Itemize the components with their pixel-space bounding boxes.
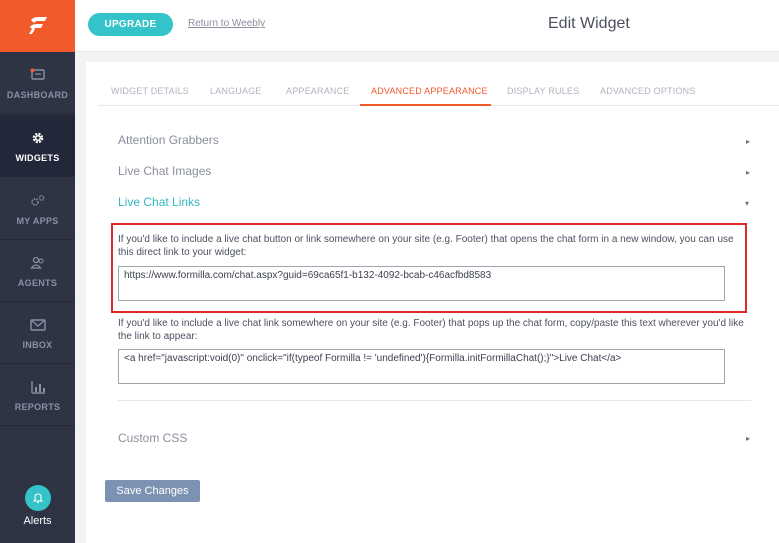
sidebar-item-label: REPORTS	[14, 401, 61, 412]
tab-bar: WIDGET DETAILS LANGUAGE APPEARANCE ADVAN…	[98, 77, 779, 106]
sidebar-item-dashboard[interactable]: DASHBOARD	[0, 52, 75, 114]
active-tab-underline	[360, 104, 491, 106]
chevron-down-icon[interactable]: ▾	[745, 199, 749, 208]
chevron-right-icon[interactable]: ▸	[746, 168, 750, 177]
agents-icon	[29, 254, 47, 272]
tab-advanced-appearance[interactable]: ADVANCED APPEARANCE	[371, 86, 488, 96]
page-title: Edit Widget	[548, 15, 630, 32]
sidebar-item-inbox[interactable]: INBOX	[0, 302, 75, 364]
sidebar-item-reports[interactable]: REPORTS	[0, 364, 75, 426]
upgrade-button[interactable]: UPGRADE	[88, 13, 173, 36]
bell-icon	[24, 485, 51, 511]
alerts-label: Alerts	[23, 515, 52, 527]
sidebar-item-label: DASHBOARD	[6, 89, 69, 100]
sidebar-item-label: INBOX	[22, 339, 53, 350]
apps-gears-icon	[29, 192, 47, 210]
direct-link-field[interactable]: https://www.formilla.com/chat.aspx?guid=…	[118, 266, 725, 301]
chevron-right-icon[interactable]: ▸	[746, 434, 750, 443]
sidebar: DASHBOARD WIDGETS MY APPS AGENTS INBOX R…	[0, 0, 75, 543]
tab-widget-details[interactable]: WIDGET DETAILS	[111, 86, 189, 96]
tab-display-rules[interactable]: DISPLAY RULES	[507, 86, 579, 96]
return-to-weebly-link[interactable]: Return to Weebly	[188, 18, 265, 29]
tab-language[interactable]: LANGUAGE	[210, 86, 262, 96]
direct-link-description: If you'd like to include a live chat but…	[118, 234, 734, 258]
section-attention-grabbers[interactable]: Attention Grabbers	[118, 133, 219, 147]
section-live-chat-images[interactable]: Live Chat Images	[118, 164, 211, 178]
popup-link-description: If you'd like to include a live chat lin…	[118, 318, 744, 342]
sidebar-item-label: WIDGETS	[15, 152, 60, 163]
popup-link-field[interactable]: <a href="javascript:void(0)" onclick="if…	[118, 349, 725, 384]
sidebar-item-label: MY APPS	[16, 215, 59, 226]
logo-icon	[28, 17, 47, 34]
save-changes-button[interactable]: Save Changes	[105, 480, 200, 502]
sidebar-item-my-apps[interactable]: MY APPS	[0, 178, 75, 240]
tab-appearance[interactable]: APPEARANCE	[286, 86, 350, 96]
formilla-logo[interactable]	[0, 0, 75, 52]
chevron-right-icon[interactable]: ▸	[746, 137, 750, 146]
top-bar: UPGRADE Return to Weebly Edit Widget	[75, 0, 779, 52]
dashboard-icon	[29, 66, 47, 84]
divider	[118, 400, 751, 401]
alerts-button[interactable]: Alerts	[0, 485, 75, 543]
sidebar-item-widgets[interactable]: WIDGETS	[0, 115, 75, 177]
sidebar-item-label: AGENTS	[17, 277, 58, 288]
tab-advanced-options[interactable]: ADVANCED OPTIONS	[600, 86, 696, 96]
section-live-chat-links[interactable]: Live Chat Links	[118, 195, 200, 209]
sidebar-item-agents[interactable]: AGENTS	[0, 240, 75, 302]
section-custom-css[interactable]: Custom CSS	[118, 431, 187, 445]
reports-icon	[29, 378, 47, 396]
inbox-icon	[29, 316, 47, 334]
gear-icon	[29, 129, 47, 147]
